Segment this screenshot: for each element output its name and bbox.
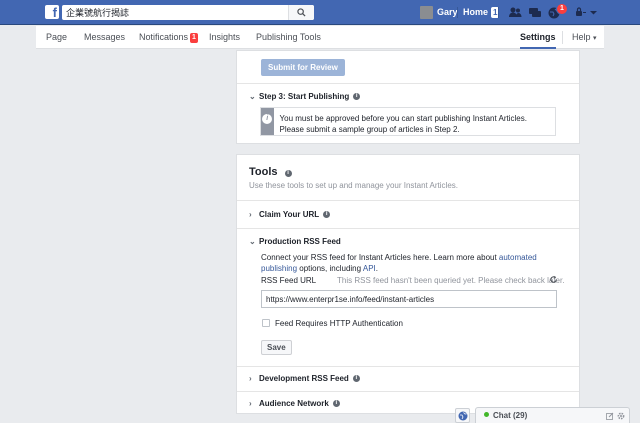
home-link[interactable]: Home 1 (463, 6, 500, 19)
rss-desc-text: . (375, 264, 378, 273)
avatar[interactable] (420, 6, 433, 19)
info-icon[interactable]: i (332, 400, 340, 407)
info-icon[interactable]: i (323, 211, 331, 218)
tab-messages[interactable]: Messages (84, 26, 125, 49)
tab-notifications-label: Notifications (139, 32, 189, 42)
tools-card: Tools i Use these tools to set up and ma… (236, 154, 580, 414)
account-menu-caret-icon[interactable] (589, 6, 598, 19)
profile-link[interactable]: Gary (437, 6, 458, 19)
rss-desc-text: options, including (297, 264, 363, 273)
refresh-icon[interactable] (549, 275, 558, 284)
search-icon (297, 8, 306, 17)
tab-publishing-tools[interactable]: Publishing Tools (256, 26, 321, 49)
save-button[interactable]: Save (261, 340, 292, 355)
top-bar: f Gary Home1 1 (0, 0, 640, 25)
tab-settings[interactable]: Settings (520, 26, 556, 49)
notice-icon-strip: i (261, 108, 274, 135)
tab-page[interactable]: Page (46, 26, 67, 49)
http-auth-label[interactable]: Feed Requires HTTP Authentication (275, 319, 403, 328)
chat-bar[interactable]: Chat (29) (475, 407, 630, 423)
rss-description: Connect your RSS feed for Instant Articl… (261, 252, 561, 274)
rss-desc-text: Connect your RSS feed for Instant Articl… (261, 253, 499, 262)
claim-url-header[interactable]: › Claim Your URL i (249, 210, 331, 219)
search-box (62, 5, 314, 20)
chevron-down-icon: ⌄ (249, 237, 256, 246)
friend-requests-icon[interactable] (508, 6, 522, 19)
divider (498, 7, 499, 18)
rss-status-text: This RSS feed hasn't been queried yet. P… (337, 276, 565, 285)
divider (237, 83, 579, 84)
privacy-shortcuts-icon[interactable] (574, 6, 588, 19)
api-link[interactable]: API (363, 264, 376, 273)
facebook-logo-icon[interactable]: f (45, 5, 59, 19)
divider (237, 366, 579, 367)
production-rss-title: Production RSS Feed (259, 237, 341, 246)
tab-help-label: Help (572, 32, 591, 42)
tools-title-text: Tools (249, 166, 278, 178)
audience-network-title: Audience Network (259, 399, 329, 408)
home-label: Home (463, 7, 489, 17)
chat-label: Chat (29) (493, 411, 528, 420)
search-button[interactable] (288, 5, 314, 20)
divider (237, 200, 579, 201)
tools-title: Tools i (249, 166, 292, 178)
tab-notifications[interactable]: Notifications 1 (139, 26, 198, 49)
tab-insights[interactable]: Insights (209, 26, 240, 49)
info-icon[interactable]: i (353, 93, 361, 100)
globe-icon[interactable] (455, 408, 470, 423)
divider (237, 228, 579, 229)
compose-icon[interactable] (606, 412, 614, 420)
divider (562, 31, 563, 44)
approval-notice: i You must be approved before you can st… (260, 107, 556, 136)
step3-title: Step 3: Start Publishing (259, 92, 350, 101)
tools-subtitle: Use these tools to set up and manage you… (249, 181, 459, 190)
development-rss-header[interactable]: › Development RSS Feed i (249, 374, 360, 383)
production-rss-header[interactable]: ⌄ Production RSS Feed (249, 237, 341, 246)
http-auth-checkbox[interactable] (262, 319, 270, 327)
online-status-icon (484, 412, 489, 417)
info-icon[interactable]: i (352, 375, 360, 382)
rss-feed-url-input[interactable] (261, 290, 557, 308)
messages-icon[interactable] (528, 6, 542, 19)
page-nav-bar: Page Messages Notifications 1 Insights Pu… (36, 26, 604, 49)
notification-count-badge: 1 (556, 3, 568, 15)
chevron-right-icon: › (249, 374, 252, 383)
tab-help[interactable]: Help ▾ (572, 26, 597, 49)
info-icon[interactable]: i (284, 170, 292, 177)
submit-for-review-button[interactable]: Submit for Review (261, 59, 345, 76)
info-icon: i (262, 114, 273, 124)
gear-icon[interactable] (617, 412, 625, 420)
rss-feed-url-label: RSS Feed URL (261, 276, 317, 285)
step3-header[interactable]: ⌄ Step 3: Start Publishing i (249, 92, 361, 101)
development-rss-title: Development RSS Feed (259, 374, 349, 383)
globe-icon-glyph (458, 411, 467, 420)
claim-url-title: Claim Your URL (259, 210, 320, 219)
notice-text: You must be approved before you can star… (279, 114, 527, 134)
search-input[interactable] (62, 5, 288, 20)
chevron-down-icon: ▾ (593, 35, 597, 42)
audience-network-header[interactable]: › Audience Network i (249, 399, 340, 408)
chevron-right-icon: › (249, 210, 252, 219)
divider (237, 391, 579, 392)
chevron-down-icon: ⌄ (249, 92, 256, 101)
chevron-right-icon: › (249, 399, 252, 408)
divider (457, 7, 458, 18)
tab-notifications-badge: 1 (190, 33, 198, 43)
